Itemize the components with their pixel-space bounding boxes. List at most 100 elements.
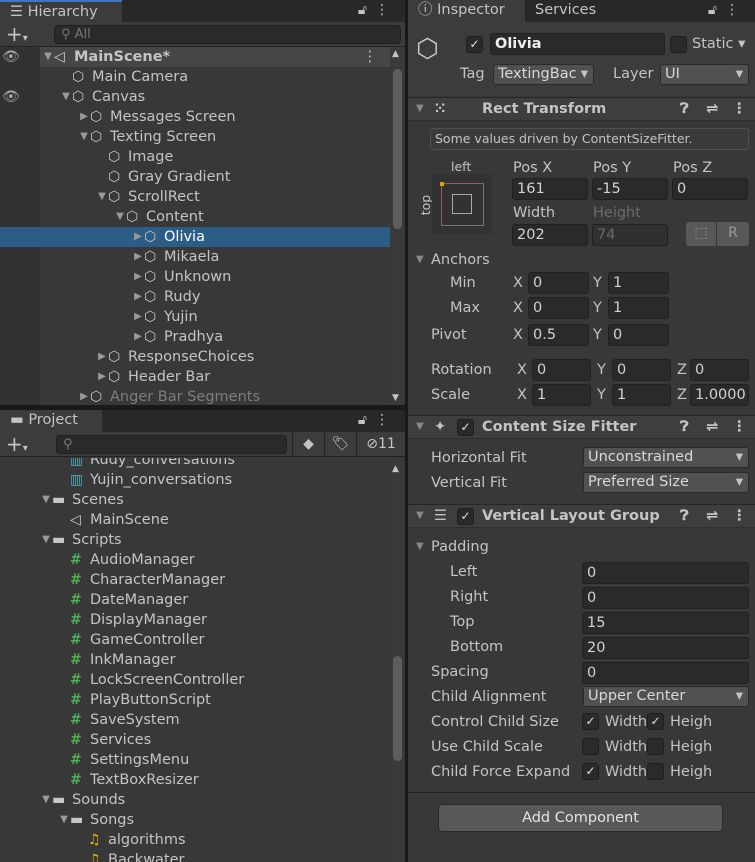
anchor-min-y-field[interactable]: 1 bbox=[608, 272, 669, 294]
tree-item[interactable]: ▶ ⬡ Mikaela bbox=[0, 247, 391, 267]
vertical-layout-group-header[interactable]: ▼ ☰ ✓ Vertical Layout Group ❓︎ ⇌ ⋮ bbox=[408, 504, 755, 528]
blueprint-mode-button[interactable]: ⬚ bbox=[686, 222, 716, 246]
tree-item[interactable]: ▶ ⬡ Yujin bbox=[0, 307, 391, 327]
padding-right-field[interactable]: 0 bbox=[582, 587, 749, 609]
padding-bottom-field[interactable]: 20 bbox=[582, 637, 749, 659]
anchor-min-x-field[interactable]: 0 bbox=[528, 272, 589, 294]
rect-transform-header[interactable]: ▼ ⁙ Rect Transform ❓︎ ⇌ ⋮ bbox=[408, 97, 755, 121]
tree-item[interactable]: ▥ Yujin_conversations bbox=[0, 470, 391, 490]
tag-dropdown[interactable]: TextingBac bbox=[493, 64, 594, 85]
project-search-input[interactable]: ⚲ bbox=[56, 435, 287, 454]
foldout-icon[interactable]: ▼ bbox=[416, 417, 424, 437]
tree-item[interactable]: ⬡ Image bbox=[0, 147, 391, 167]
hierarchy-scrollbar[interactable]: ▲ ▼ bbox=[390, 47, 404, 405]
csf-enabled-checkbox[interactable]: ✓ bbox=[457, 419, 474, 436]
vertical-fit-dropdown[interactable]: Preferred Size bbox=[583, 472, 749, 493]
tree-item[interactable]: ▼ ▬ Scripts bbox=[0, 530, 391, 550]
tree-item[interactable]: # CharacterManager bbox=[0, 570, 391, 590]
tree-item[interactable]: ▶ ⬡ Rudy bbox=[0, 287, 391, 307]
tree-item[interactable]: ▶ ⬡ Messages Screen bbox=[0, 107, 391, 127]
filter-label-icon[interactable]: 🏷︎ bbox=[324, 432, 356, 456]
collapsed-arrow-icon[interactable]: ▶ bbox=[132, 247, 144, 267]
vlg-enabled-checkbox[interactable]: ✓ bbox=[457, 508, 474, 525]
hidden-packages-button[interactable]: ⊘11 bbox=[356, 432, 405, 456]
static-checkbox[interactable] bbox=[670, 36, 687, 53]
expanded-arrow-icon[interactable]: ▼ bbox=[78, 127, 90, 147]
control-height-checkbox[interactable]: ✓ bbox=[647, 713, 664, 730]
presets-icon[interactable]: ⇌ bbox=[706, 99, 718, 119]
horizontal-fit-dropdown[interactable]: Unconstrained bbox=[583, 447, 749, 468]
anchors-foldout-icon[interactable]: ▼ bbox=[416, 250, 424, 270]
layer-dropdown[interactable]: UI bbox=[660, 64, 749, 85]
more-icon[interactable]: ⋮ bbox=[732, 506, 747, 526]
collapsed-arrow-icon[interactable]: ▶ bbox=[132, 227, 144, 247]
tree-item[interactable]: ▼ ▬ Scenes bbox=[0, 490, 391, 510]
tree-item[interactable]: ▼ ⬡ Canvas bbox=[0, 87, 391, 107]
padding-top-field[interactable]: 15 bbox=[582, 612, 749, 634]
tree-item[interactable]: ◁ MainScene bbox=[0, 510, 391, 530]
tree-item[interactable]: ⬡ Gray Gradient bbox=[0, 167, 391, 187]
tree-item[interactable]: # AudioManager bbox=[0, 550, 391, 570]
object-name-field[interactable]: Olivia bbox=[490, 33, 665, 55]
tree-item[interactable]: # Services bbox=[0, 730, 391, 750]
tree-item[interactable]: # LockScreenController bbox=[0, 670, 391, 690]
project-scrollbar[interactable]: ▲ bbox=[390, 458, 404, 862]
collapsed-arrow-icon[interactable]: ▶ bbox=[78, 107, 90, 127]
tab-inspector[interactable]: ⓘ Inspector bbox=[408, 0, 525, 22]
expanded-arrow-icon[interactable]: ▼ bbox=[42, 47, 54, 67]
tree-item[interactable]: ▶ ⬡ Pradhya bbox=[0, 327, 391, 347]
tree-item[interactable]: ▶ ⬡ Anger Bar Segments bbox=[0, 387, 391, 405]
collapsed-arrow-icon[interactable]: ▶ bbox=[96, 347, 108, 367]
tree-item[interactable]: ▼ ⬡ ScrollRect bbox=[0, 187, 391, 207]
tree-item[interactable]: # DisplayManager bbox=[0, 610, 391, 630]
expand-height-checkbox[interactable] bbox=[647, 763, 664, 780]
presets-icon[interactable]: ⇌ bbox=[706, 417, 718, 437]
tab-services[interactable]: Services bbox=[525, 0, 615, 22]
child-alignment-dropdown[interactable]: Upper Center bbox=[583, 686, 749, 707]
scale-x-field[interactable]: 1 bbox=[532, 384, 591, 406]
expanded-arrow-icon[interactable]: ▼ bbox=[96, 187, 108, 207]
scale-width-checkbox[interactable] bbox=[582, 738, 599, 755]
lock-icon[interactable]: 🔓︎ bbox=[358, 2, 375, 18]
expand-width-checkbox[interactable]: ✓ bbox=[582, 763, 599, 780]
scale-y-field[interactable]: 1 bbox=[612, 384, 671, 406]
collapsed-arrow-icon[interactable]: ▶ bbox=[132, 287, 144, 307]
collapsed-arrow-icon[interactable]: ▶ bbox=[96, 367, 108, 387]
expanded-arrow-icon[interactable]: ▼ bbox=[58, 810, 70, 830]
more-icon[interactable]: ⋮ bbox=[732, 99, 747, 119]
scale-height-checkbox[interactable] bbox=[647, 738, 664, 755]
tree-item[interactable]: # InkManager bbox=[0, 650, 391, 670]
tree-item[interactable]: # SettingsMenu bbox=[0, 750, 391, 770]
tree-item[interactable]: # TextBoxResizer bbox=[0, 770, 391, 790]
anchor-presets-button[interactable] bbox=[432, 174, 492, 234]
raw-edit-button[interactable]: R bbox=[717, 222, 749, 246]
pivot-x-field[interactable]: 0.5 bbox=[528, 324, 589, 346]
tree-item[interactable]: ▼ ▬ Sounds bbox=[0, 790, 391, 810]
rotation-z-field[interactable]: 0 bbox=[690, 359, 749, 381]
pos-y-field[interactable]: -15 bbox=[592, 178, 668, 200]
pivot-y-field[interactable]: 0 bbox=[608, 324, 669, 346]
more-icon[interactable]: ⋮ bbox=[375, 2, 397, 18]
active-checkbox[interactable]: ✓ bbox=[466, 36, 483, 53]
more-icon[interactable]: ⋮ bbox=[725, 2, 747, 18]
expanded-arrow-icon[interactable]: ▼ bbox=[114, 207, 126, 227]
anchor-max-y-field[interactable]: 1 bbox=[608, 297, 669, 319]
tree-item[interactable]: ▶ ⬡ Header Bar bbox=[0, 367, 391, 387]
expanded-arrow-icon[interactable]: ▼ bbox=[40, 490, 52, 510]
tree-item[interactable]: # SaveSystem bbox=[0, 710, 391, 730]
tree-item[interactable]: ⬡ Main Camera bbox=[0, 67, 391, 87]
more-icon[interactable]: ⋮ bbox=[375, 412, 397, 428]
more-icon[interactable]: ⋮ bbox=[363, 47, 378, 67]
create-button[interactable]: +▾ bbox=[6, 432, 28, 461]
gameobject-icon[interactable]: ⬡ bbox=[416, 34, 439, 64]
pos-z-field[interactable]: 0 bbox=[672, 178, 748, 200]
help-icon[interactable]: ❓︎ bbox=[680, 417, 689, 437]
tree-item[interactable]: ▶ ⬡ Olivia bbox=[0, 227, 391, 247]
rotation-x-field[interactable]: 0 bbox=[532, 359, 591, 381]
presets-icon[interactable]: ⇌ bbox=[706, 506, 718, 526]
tab-hierarchy[interactable]: ☰ Hierarchy bbox=[0, 0, 122, 22]
expanded-arrow-icon[interactable]: ▼ bbox=[40, 530, 52, 550]
spacing-field[interactable]: 0 bbox=[582, 662, 749, 684]
tree-item[interactable]: ▼ ▬ Songs bbox=[0, 810, 391, 830]
foldout-icon[interactable]: ▼ bbox=[416, 506, 424, 526]
